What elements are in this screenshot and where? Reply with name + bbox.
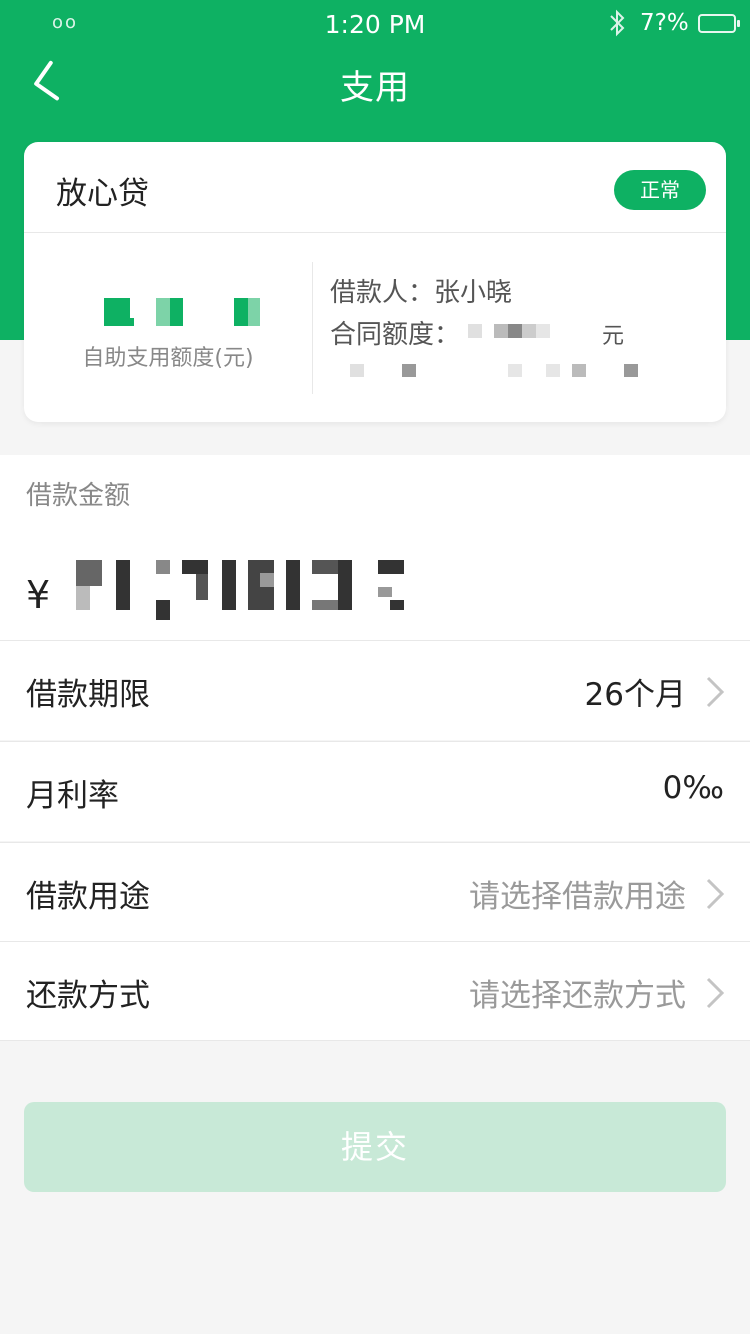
chevron-right-icon <box>706 676 725 708</box>
chevron-right-icon <box>706 977 725 1009</box>
battery-icon <box>698 14 740 33</box>
loan-purpose-row[interactable]: 借款用途 请选择借款用途 <box>0 842 750 942</box>
status-time: 1:20 PM <box>324 10 426 39</box>
contract-amount-masked <box>468 324 482 338</box>
borrower-name: 张小晓 <box>434 278 513 308</box>
product-name: 放心贷 <box>56 176 149 212</box>
status-bar: oo 1:20 PM 7?% <box>0 0 750 48</box>
contract-unit: 元 <box>602 324 625 349</box>
quota-amount-masked <box>104 298 264 326</box>
loan-purpose-label: 借款用途 <box>26 879 150 915</box>
loan-amount-label: 借款金额 <box>26 481 131 511</box>
loan-amount-section[interactable]: 借款金额 ¥ <box>0 455 750 640</box>
borrower-info: 借款人：张小晓 <box>330 272 512 309</box>
submit-button[interactable]: 提交 <box>24 1102 726 1192</box>
loan-purpose-value: 请选择借款用途 <box>469 879 686 915</box>
monthly-rate-value: 0‰ <box>662 770 724 806</box>
loan-term-label: 借款期限 <box>26 677 150 713</box>
battery-percent: 7?% <box>640 10 689 36</box>
monthly-rate-row: 月利率 0‰ <box>0 741 750 841</box>
masked-info <box>350 364 364 377</box>
repayment-method-value: 请选择还款方式 <box>469 978 686 1014</box>
chevron-right-icon <box>706 878 725 910</box>
borrower-label: 借款人： <box>330 278 435 308</box>
currency-symbol: ¥ <box>26 573 51 617</box>
quota-label: 自助支用额度(元) <box>82 346 254 371</box>
monthly-rate-label: 月利率 <box>26 778 119 814</box>
status-badge: 正常 <box>614 170 706 210</box>
loan-term-value: 26个月 <box>584 677 686 713</box>
repayment-method-row[interactable]: 还款方式 请选择还款方式 <box>0 941 750 1041</box>
repayment-method-label: 还款方式 <box>26 978 150 1014</box>
contract-quota-label: 合同额度： <box>330 320 461 350</box>
loan-drawdown-page: oo 1:20 PM 7?% 支用 放心贷 正常 自助支用额度(元) 借款人：张… <box>0 0 750 1334</box>
loan-term-row[interactable]: 借款期限 26个月 <box>0 640 750 740</box>
card-vertical-divider <box>312 262 313 394</box>
page-title: 支用 <box>340 68 410 108</box>
bluetooth-icon <box>610 9 625 37</box>
product-card: 放心贷 正常 自助支用额度(元) 借款人：张小晓 合同额度： 元 <box>24 142 726 422</box>
card-divider <box>24 232 726 233</box>
